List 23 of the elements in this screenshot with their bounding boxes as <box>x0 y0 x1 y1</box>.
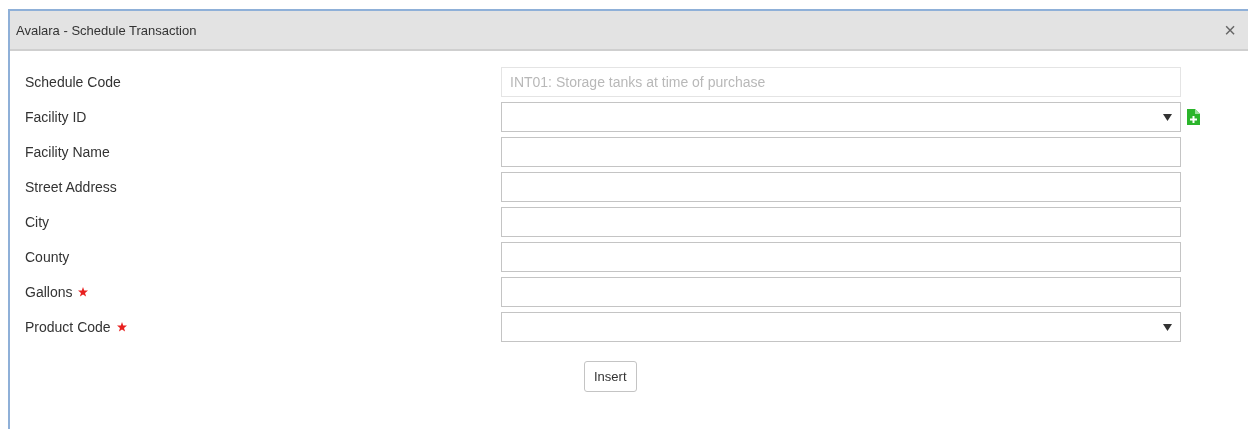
field-label: Facility Name <box>25 144 110 160</box>
dropdown-caret-icon <box>1163 323 1172 331</box>
insert-button[interactable]: Insert <box>584 361 637 392</box>
field-label: City <box>25 214 50 230</box>
select-field[interactable] <box>501 102 1181 132</box>
field-label: Gallons <box>25 284 73 300</box>
window-title: Avalara - Schedule Transaction <box>16 22 197 38</box>
field-label: Schedule Code <box>25 74 121 90</box>
dropdown-caret-icon <box>1163 113 1172 121</box>
field-label: County <box>25 249 70 265</box>
input-field[interactable] <box>501 172 1181 202</box>
input-field[interactable] <box>501 277 1181 307</box>
close-button[interactable]: × <box>1224 20 1236 40</box>
field-label: Product Code <box>25 319 111 335</box>
input-field[interactable] <box>501 242 1181 272</box>
field-label: Facility ID <box>25 109 87 125</box>
input-field[interactable] <box>501 137 1181 167</box>
add-document-button[interactable] <box>1187 109 1200 125</box>
required-star-icon <box>116 322 127 332</box>
input-field[interactable] <box>501 207 1181 237</box>
select-field[interactable] <box>501 312 1181 342</box>
field-label: Street Address <box>25 179 117 195</box>
required-star-icon <box>78 287 89 297</box>
